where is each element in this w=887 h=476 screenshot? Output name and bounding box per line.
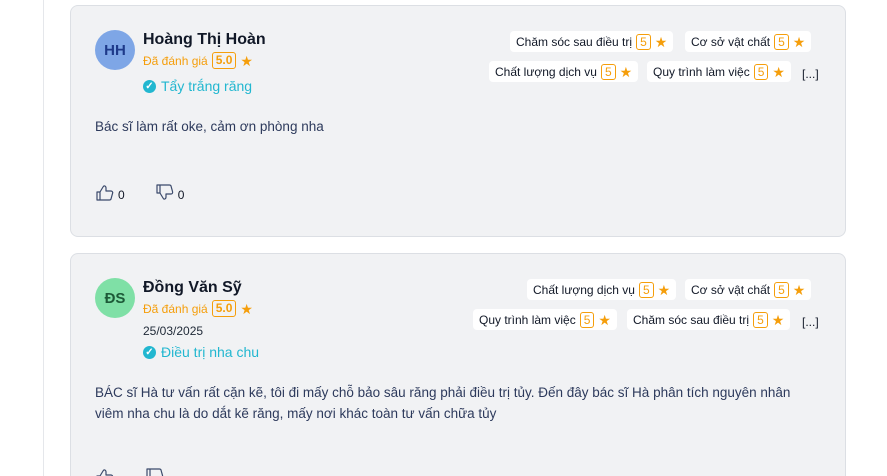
rating-score: 5.0 [211,300,237,317]
vote-bar [95,468,165,476]
review-card: HH Hoàng Thị Hoàn Đã đánh giá 5.0 ★ ✓ Tẩ… [70,5,846,237]
avatar: HH [95,30,135,70]
review-comment: Bác sĩ làm rất oke, cảm ơn phòng nha [95,119,324,134]
thumbs-down-icon [156,184,173,200]
rating-score: 5.0 [211,52,237,69]
check-circle-icon: ✓ [143,79,156,93]
dislike-count: 0 [177,188,185,202]
more-criteria-link[interactable]: [...] [802,67,819,81]
review-card: ĐS Đồng Văn Sỹ Đã đánh giá 5.0 ★ 25/03/2… [70,253,846,476]
service-tag: ✓ Điều trị nha chu [143,344,259,360]
service-label: Điều trị nha chu [161,344,260,360]
dislike-button[interactable]: 0 [155,184,185,202]
criteria-score: 5 [753,311,768,328]
criteria-label: Chất lượng dịch vụ [533,282,635,297]
dislike-button[interactable] [145,468,165,476]
avatar: ĐS [95,278,135,318]
criteria-label: Chăm sóc sau điều trị [516,34,633,49]
criteria-chip: Chất lượng dịch vụ 5 ★ [527,279,677,300]
star-icon: ★ [654,33,668,50]
criteria-chip: Quy trình làm việc 5 ★ [647,61,791,82]
star-icon: ★ [772,63,785,80]
criteria-chip: Quy trình làm việc 5 ★ [473,309,617,330]
criteria-score: 5 [638,281,654,298]
criteria-score: 5 [774,281,789,298]
criteria-chip: Cơ sở vật chất 5 ★ [685,31,812,52]
star-icon: ★ [792,281,806,298]
check-circle-icon: ✓ [143,345,156,359]
criteria-chip: Cơ sở vật chất 5 ★ [685,279,812,300]
service-label: Tẩy trắng răng [161,78,253,94]
criteria-score: 5 [753,63,769,80]
criteria-label: Quy trình làm việc [653,64,750,79]
like-button[interactable]: 0 [95,184,125,202]
reviewer-name: Hoàng Thị Hoàn [143,31,266,48]
criteria-chip: Chất lượng dịch vụ 5 ★ [489,61,639,82]
criteria-label: Cơ sở vật chất [691,282,771,297]
criteria-label: Cơ sở vật chất [691,34,771,49]
service-tag: ✓ Tẩy trắng răng [143,78,252,94]
star-icon: ★ [240,300,253,317]
thumbs-down-icon [146,468,164,476]
criteria-score: 5 [579,311,595,328]
vote-bar: 0 0 [95,184,184,202]
star-icon: ★ [771,311,785,328]
rated-label: Đã đánh giá [143,53,208,68]
thumbs-up-icon [96,185,114,201]
reviewer-name: Đồng Văn Sỹ [143,279,242,296]
star-icon: ★ [619,63,633,80]
like-count: 0 [118,188,125,202]
review-comment: BÁC sĩ Hà tư vấn rất cặn kẽ, tôi đi mấy … [95,385,791,421]
criteria-chip: Chăm sóc sau điều trị 5 ★ [627,309,791,330]
criteria-chip: Chăm sóc sau điều trị 5 ★ [510,31,674,52]
criteria-score: 5 [600,63,616,80]
star-icon: ★ [598,311,611,328]
criteria-label: Quy trình làm việc [479,312,576,327]
review-date: 25/03/2025 [143,324,204,338]
more-criteria-link[interactable]: [...] [802,315,819,329]
overall-rating: Đã đánh giá 5.0 ★ [143,52,253,69]
star-icon: ★ [240,52,253,69]
star-icon: ★ [657,281,671,298]
star-icon: ★ [792,33,806,50]
criteria-label: Chất lượng dịch vụ [495,64,597,79]
rated-label: Đã đánh giá [143,301,208,316]
overall-rating: Đã đánh giá 5.0 ★ [143,300,253,317]
like-button[interactable] [95,468,115,476]
thumbs-up-icon [96,469,114,476]
criteria-label: Chăm sóc sau điều trị [633,312,750,327]
criteria-score: 5 [774,33,789,50]
criteria-score: 5 [636,33,651,50]
